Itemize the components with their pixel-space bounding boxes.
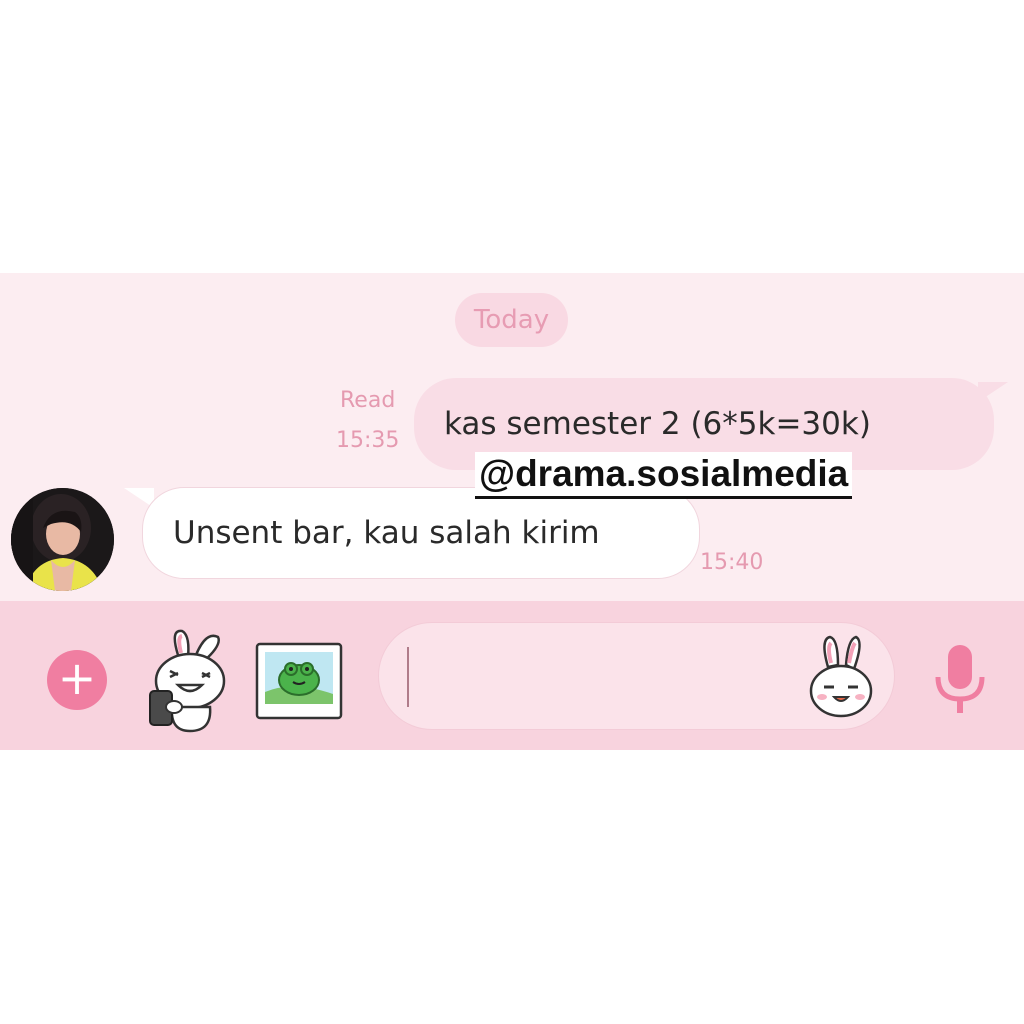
bunny-sticker-icon[interactable] (140, 625, 236, 735)
avatar[interactable] (11, 488, 114, 591)
microphone-icon[interactable] (932, 643, 988, 717)
avatar-photo (11, 488, 114, 591)
date-separator: Today (455, 293, 568, 347)
message-time: 15:40 (700, 550, 764, 575)
message-time: 15:35 (336, 428, 400, 453)
text-caret (407, 647, 409, 707)
watermark: @drama.sosialmedia (475, 452, 853, 499)
photo-gallery-icon[interactable] (253, 640, 345, 722)
bunny-emoji-icon[interactable] (808, 633, 874, 719)
read-status: Read (340, 388, 396, 413)
incoming-message-bubble[interactable]: Unsent bar, kau salah kirim (142, 487, 700, 579)
plus-icon[interactable]: + (47, 650, 107, 710)
